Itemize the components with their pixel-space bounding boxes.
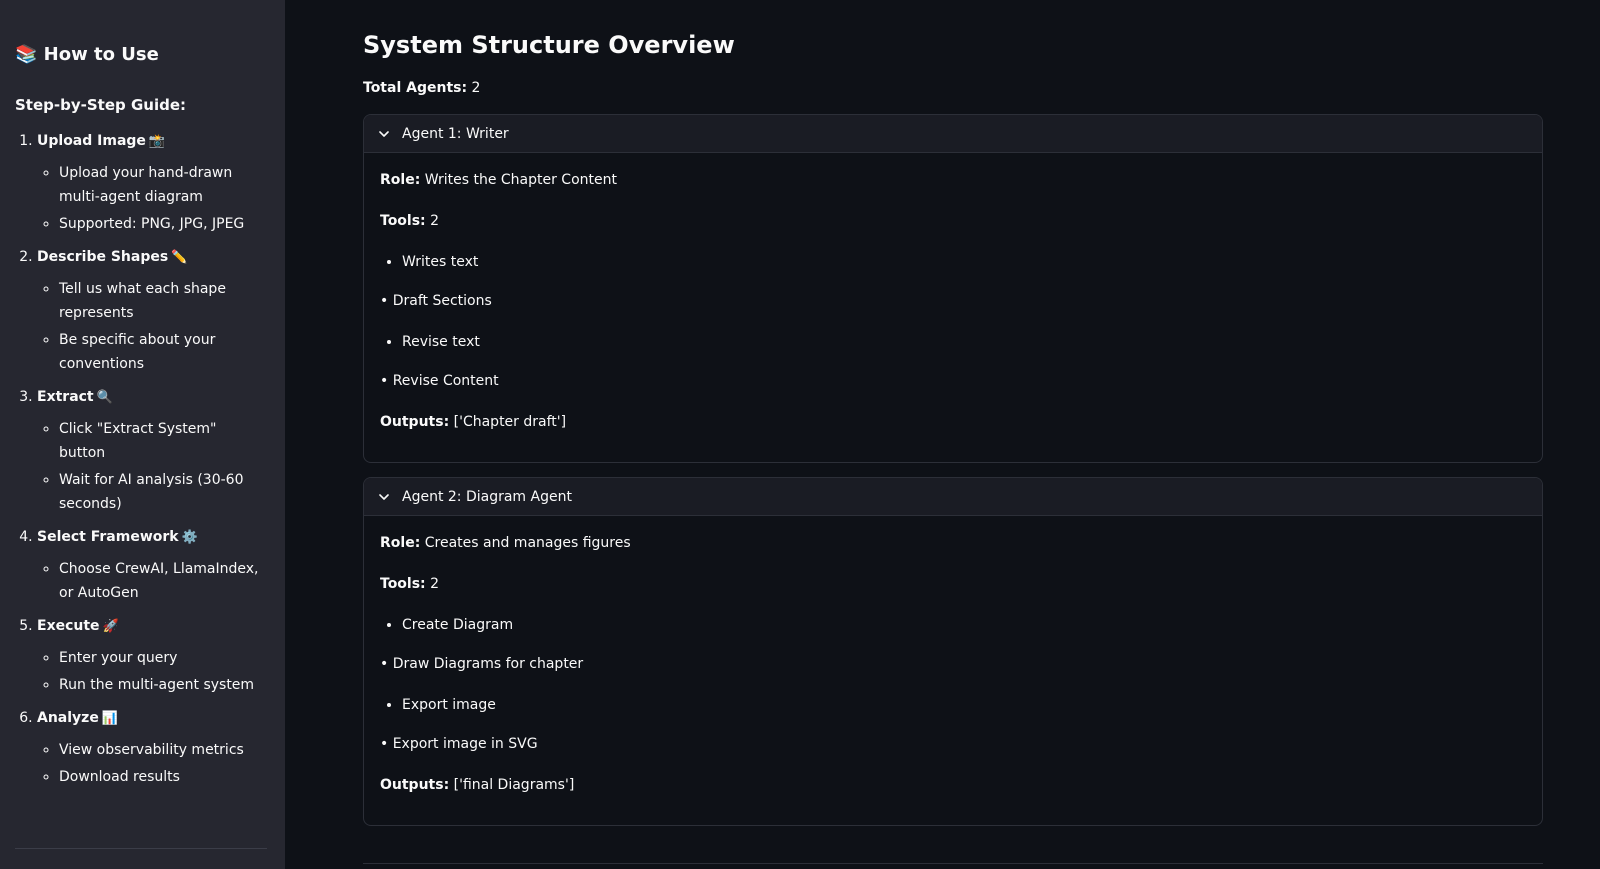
step-label: Describe Shapes [37,249,169,265]
list-item: Tell us what each shape represents [59,277,267,325]
outputs-value: ['final Diagrams'] [453,777,575,793]
steps-list: Upload Image📸 Upload your hand-drawn mul… [15,130,267,789]
list-item: Wait for AI analysis (30-60 seconds) [59,468,267,516]
step-label: Upload Image [37,133,146,149]
tool-description: • Export image in SVG [380,736,538,752]
tools-label: Tools: [380,576,426,592]
step-label: Execute [37,618,100,634]
list-item: Run the multi-agent system [59,673,267,697]
pencil-icon: ✏️ [171,250,188,265]
step-describe-shapes: Describe Shapes✏️ Tell us what each shap… [37,246,267,376]
role-label: Role: [380,535,421,551]
agent-expander-2: Agent 2: Diagram Agent Role: Creates and… [363,477,1543,826]
step-extract: Extract🔍 Click "Extract System" button W… [37,386,267,516]
tool-description: • Revise Content [380,373,499,389]
page-title: System Structure Overview [363,31,735,59]
guide-heading: Step-by-Step Guide: [15,96,186,114]
step-sublist: View observability metrics Download resu… [37,738,267,789]
role-label: Role: [380,172,421,188]
total-agents-value: 2 [471,80,481,96]
outputs-label: Outputs: [380,414,450,430]
camera-icon: 📸 [148,134,166,149]
list-item: Choose CrewAI, LlamaIndex, or AutoGen [59,557,267,605]
step-sublist: Enter your query Run the multi-agent sys… [37,646,267,697]
section-divider [363,863,1543,864]
total-agents-label: Total Agents: [363,80,468,96]
agent-outputs: Outputs: ['Chapter draft'] [380,411,1526,433]
sidebar-divider [15,848,267,849]
total-agents: Total Agents: 2 [363,78,1600,98]
list-item: Download results [59,765,267,789]
tool-name: Export image [402,694,1526,716]
agent-expander-1: Agent 1: Writer Role: Writes the Chapter… [363,114,1543,463]
step-sublist: Upload your hand-drawn multi-agent diagr… [37,161,267,236]
sidebar-title: 📚 How to Use [15,44,159,65]
outputs-label: Outputs: [380,777,450,793]
agent-tools: Tools: 2 [380,573,1526,595]
step-label: Analyze [37,710,99,726]
step-label: Select Framework [37,529,179,545]
role-value: Writes the Chapter Content [424,172,617,188]
tool-list: Create Diagram [380,614,1526,636]
list-item: View observability metrics [59,738,267,762]
tool-list: Revise text [380,331,1526,353]
tool-description: • Draft Sections [380,293,492,309]
gear-icon: ⚙️ [181,530,198,545]
agent-expander-header[interactable]: Agent 1: Writer [364,115,1542,153]
agent-details: Role: Writes the Chapter Content Tools: … [364,153,1542,462]
tools-label: Tools: [380,213,426,229]
agent-role: Role: Creates and manages figures [380,532,1526,554]
list-item: Supported: PNG, JPG, JPEG [59,212,267,236]
step-label: Extract [37,389,94,405]
tools-count: 2 [430,213,440,229]
step-upload-image: Upload Image📸 Upload your hand-drawn mul… [37,130,267,236]
list-item: Click "Extract System" button [59,417,267,465]
list-item: Enter your query [59,646,267,670]
sidebar: 📚 How to Use Step-by-Step Guide: Upload … [0,0,285,869]
tool-description: • Draw Diagrams for chapter [380,656,584,672]
step-execute: Execute🚀 Enter your query Run the multi-… [37,615,267,697]
app-root: 📚 How to Use Step-by-Step Guide: Upload … [0,0,1600,869]
tool-name: Revise text [402,331,1526,353]
list-item: Be specific about your conventions [59,328,267,376]
agent-outputs: Outputs: ['final Diagrams'] [380,774,1526,796]
agent-expander-title: Agent 1: Writer [402,125,509,142]
agent-details: Role: Creates and manages figures Tools:… [364,516,1542,825]
chevron-down-icon [379,493,389,500]
list-item: Upload your hand-drawn multi-agent diagr… [59,161,267,209]
bar-chart-icon: 📊 [101,711,119,726]
agent-expander-header[interactable]: Agent 2: Diagram Agent [364,478,1542,516]
outputs-value: ['Chapter draft'] [453,414,567,430]
chevron-down-icon [379,130,389,137]
step-sublist: Choose CrewAI, LlamaIndex, or AutoGen [37,557,267,605]
agent-expander-title: Agent 2: Diagram Agent [402,488,572,505]
magnifier-icon: 🔍 [96,390,113,405]
tool-name: Writes text [402,251,1526,273]
tool-name: Create Diagram [402,614,1526,636]
tool-list: Export image [380,694,1526,716]
role-value: Creates and manages figures [424,535,631,551]
tool-list: Writes text [380,251,1526,273]
agent-tools: Tools: 2 [380,210,1526,232]
rocket-icon: 🚀 [102,619,119,634]
step-sublist: Click "Extract System" button Wait for A… [37,417,267,516]
tools-count: 2 [430,576,440,592]
step-analyze: Analyze📊 View observability metrics Down… [37,707,267,789]
step-select-framework: Select Framework⚙️ Choose CrewAI, LlamaI… [37,526,267,605]
main-content: System Structure Overview Total Agents: … [285,0,1600,869]
agent-role: Role: Writes the Chapter Content [380,169,1526,191]
step-sublist: Tell us what each shape represents Be sp… [37,277,267,376]
